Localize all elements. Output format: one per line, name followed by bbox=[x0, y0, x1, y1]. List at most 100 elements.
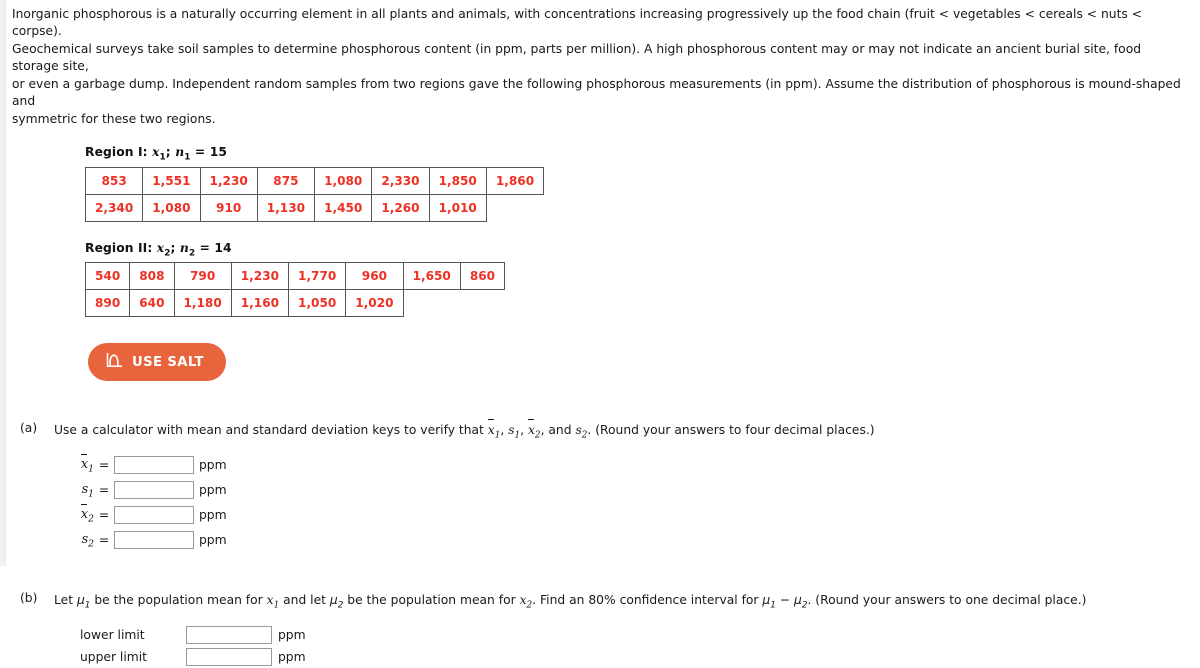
part-b-text-4: be the population mean for bbox=[343, 592, 520, 607]
region-2-n-symbol: n bbox=[179, 239, 189, 255]
data-cell: 1,080 bbox=[142, 193, 201, 222]
data-cell: 540 bbox=[84, 262, 131, 291]
equals-sign: = bbox=[98, 508, 110, 523]
region-1-variable-sub: 1 bbox=[159, 152, 166, 163]
intro-line-1: Inorganic phosphorous is a naturally occ… bbox=[12, 7, 1143, 39]
s1-input[interactable] bbox=[114, 481, 194, 500]
answer-symbol: s2 bbox=[68, 532, 94, 550]
lower-limit-input[interactable] bbox=[186, 625, 272, 644]
empty-cell bbox=[403, 290, 460, 317]
part-a: (a) Use a calculator with mean and stand… bbox=[20, 418, 1200, 553]
part-b-text-2: be the population mean for bbox=[90, 592, 267, 607]
region-2-block: Region II: x2; n2 = 14 540 808 790 1,230… bbox=[84, 239, 1200, 318]
table-row: 890 640 1,180 1,160 1,050 1,020 bbox=[84, 289, 505, 318]
x1-symbol: x bbox=[266, 592, 274, 607]
upper-limit-label: upper limit bbox=[80, 649, 147, 664]
equals-sign: = bbox=[98, 458, 110, 473]
unit-label: ppm bbox=[199, 508, 227, 523]
answer-row-xbar2: x2 = ppm bbox=[68, 503, 1200, 528]
part-a-sep-2: , bbox=[520, 423, 528, 438]
data-cell: 1,650 bbox=[402, 262, 461, 291]
part-b-text-1: Let bbox=[54, 592, 77, 607]
unit-label: ppm bbox=[199, 533, 227, 548]
equals-sign: = bbox=[98, 533, 110, 548]
xbar1-input[interactable] bbox=[114, 456, 194, 475]
s2-input[interactable] bbox=[114, 531, 194, 550]
data-cell: 1,551 bbox=[142, 166, 201, 195]
part-a-label: (a) bbox=[20, 421, 38, 436]
xbar2-symbol: x bbox=[80, 504, 89, 522]
table-row: 853 1,551 1,230 875 1,080 2,330 1,850 1,… bbox=[84, 166, 545, 195]
data-cell: 1,450 bbox=[314, 193, 373, 222]
data-cell: 1,130 bbox=[256, 193, 316, 222]
empty-cell bbox=[460, 290, 504, 317]
intro-line-2: Geochemical surveys take soil samples to… bbox=[12, 41, 1142, 74]
answer-symbol: s1 bbox=[68, 482, 94, 500]
answer-row-s2: s2 = ppm bbox=[68, 528, 1200, 553]
empty-cell bbox=[486, 194, 543, 221]
region-1-n-symbol: n bbox=[175, 144, 185, 160]
part-b-label: (b) bbox=[20, 590, 38, 605]
use-salt-button[interactable]: USE SALT bbox=[88, 343, 226, 382]
intro-line-4: symmetric for these two regions. bbox=[12, 111, 216, 126]
unit-label: ppm bbox=[199, 458, 227, 473]
data-cell: 910 bbox=[199, 193, 258, 222]
salt-button-wrap: USE SALT bbox=[88, 343, 1200, 382]
minus-sign: − bbox=[775, 592, 794, 607]
region-2-data-table: 540 808 790 1,230 1,770 960 1,650 860 89… bbox=[84, 262, 506, 318]
distribution-curve-icon bbox=[106, 352, 123, 372]
part-b-limit-list: lower limit ppm upper limit ppm bbox=[80, 624, 1200, 668]
data-cell: 1,770 bbox=[288, 262, 347, 291]
data-cell: 1,160 bbox=[230, 289, 290, 318]
part-a-prompt: Use a calculator with mean and standard … bbox=[54, 418, 1200, 443]
part-b-text-5: . Find an 80% confidence interval for bbox=[532, 592, 763, 607]
part-b-text-3: and let bbox=[279, 592, 330, 607]
data-cell: 890 bbox=[84, 289, 131, 318]
unit-label: ppm bbox=[278, 627, 306, 642]
data-cell: 1,230 bbox=[199, 166, 258, 195]
part-a-sep-3: , and bbox=[540, 423, 576, 438]
intro-paragraph: Inorganic phosphorous is a naturally occ… bbox=[0, 0, 1200, 128]
answer-row-xbar1: x1 = ppm bbox=[68, 453, 1200, 478]
xbar2-input[interactable] bbox=[114, 506, 194, 525]
mu1b-symbol: μ bbox=[762, 592, 771, 607]
data-cell: 2,340 bbox=[84, 193, 144, 222]
data-cell: 2,330 bbox=[371, 166, 430, 195]
problem-page: Inorganic phosphorous is a naturally occ… bbox=[0, 0, 1200, 668]
region-1-title: Region I: x1; n1 = 15 bbox=[85, 144, 227, 163]
data-cell: 1,010 bbox=[428, 193, 487, 222]
data-cell: 1,850 bbox=[428, 166, 487, 195]
data-cell: 853 bbox=[84, 166, 144, 195]
part-a-sym-xbar1: x bbox=[487, 418, 495, 439]
part-b-text-6: . (Round your answers to one decimal pla… bbox=[807, 592, 1087, 607]
region-2-title-prefix: Region II: bbox=[85, 240, 153, 255]
upper-limit-row: upper limit ppm bbox=[80, 646, 1200, 668]
region-2-variable-sub: 2 bbox=[164, 248, 171, 259]
region-2-title: Region II: x2; n2 = 14 bbox=[85, 239, 232, 259]
part-a-text-after: . (Round your answers to four decimal pl… bbox=[587, 423, 875, 438]
answer-row-s1: s1 = ppm bbox=[68, 478, 1200, 503]
region-1-data-table: 853 1,551 1,230 875 1,080 2,330 1,850 1,… bbox=[84, 166, 545, 222]
mu2-symbol: μ bbox=[329, 592, 338, 607]
data-cell: 1,020 bbox=[345, 289, 404, 318]
table-row: 2,340 1,080 910 1,130 1,450 1,260 1,010 bbox=[84, 193, 544, 222]
lower-limit-row: lower limit ppm bbox=[80, 624, 1200, 646]
data-cell: 1,180 bbox=[173, 289, 232, 318]
table-row: 540 808 790 1,230 1,770 960 1,650 860 bbox=[84, 262, 506, 291]
data-cell: 875 bbox=[256, 166, 316, 195]
part-a-sym-xbar2: x bbox=[527, 418, 535, 439]
data-cell: 1,230 bbox=[230, 262, 290, 291]
part-b-prompt: Let μ1 be the population mean for x1 and… bbox=[54, 591, 1200, 613]
mu1-symbol: μ bbox=[76, 592, 85, 607]
data-cell: 1,260 bbox=[371, 193, 430, 222]
data-cell: 1,860 bbox=[485, 166, 545, 195]
intro-line-3: or even a garbage dump. Independent rand… bbox=[12, 76, 1181, 109]
unit-label: ppm bbox=[199, 483, 227, 498]
region-1-title-prefix: Region I: bbox=[85, 145, 148, 160]
part-b: (b) Let μ1 be the population mean for x1… bbox=[20, 591, 1200, 668]
data-cell: 860 bbox=[459, 262, 506, 291]
upper-limit-input[interactable] bbox=[186, 647, 272, 666]
part-a-answer-list: x1 = ppm s1 = ppm x2 = ppm s2 = ppm bbox=[68, 453, 1200, 553]
data-cell: 960 bbox=[345, 262, 404, 291]
data-cell: 1,050 bbox=[288, 289, 347, 318]
